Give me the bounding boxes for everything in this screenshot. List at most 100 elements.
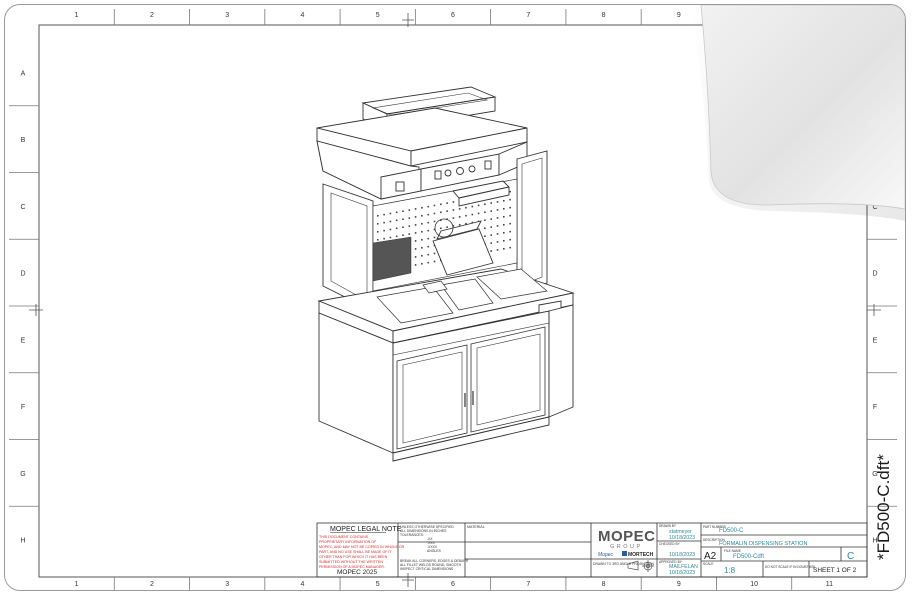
pegboard-hole: [465, 206, 467, 209]
row-zone-label-left: F: [21, 404, 25, 411]
pegboard-hole: [452, 217, 455, 219]
pegboard-hole: [414, 264, 417, 266]
pegboard-hole: [421, 254, 423, 257]
pegboard-hole: [395, 227, 398, 230]
logo-sub: GROUP: [610, 544, 643, 550]
pegboard-hole: [452, 209, 455, 211]
tolerance-line: TOLERANCES:: [400, 533, 424, 537]
legal-line: THIS DOCUMENT CONTAINS: [319, 535, 369, 539]
drawing-sheet: 11223344556677889910111011 AABBCCDDEEFFG…: [4, 4, 906, 591]
pegboard-hole: [402, 218, 404, 220]
pegboard-hole: [377, 215, 379, 217]
pegboard-hole: [503, 224, 505, 226]
pegboard-hole: [414, 208, 417, 210]
pegboard-hole: [503, 248, 505, 250]
pegboard-hole: [433, 204, 436, 207]
pegboard-hole: [496, 233, 499, 235]
pegboard-hole: [484, 235, 486, 238]
column-zone-label: 10: [750, 581, 758, 588]
pegboard-hole: [446, 202, 448, 204]
pegboard-hole: [484, 211, 486, 214]
row-zone-label-left: A: [21, 70, 26, 77]
pegboard-hole: [395, 219, 398, 222]
pegboard-hole: [433, 252, 436, 255]
legal-note-title: MOPEC LEGAL NOTE: [330, 526, 402, 533]
column-zone-label: 2: [150, 12, 154, 19]
pegboard-hole: [503, 208, 505, 210]
drawn-by-label: DRAWN BY: [659, 524, 677, 528]
pegboard-hole: [452, 201, 455, 203]
row-zone-label-left: E: [21, 337, 26, 344]
sheet-size: A2: [704, 551, 717, 562]
pegboard-hole: [421, 222, 423, 225]
pegboard-hole: [496, 249, 499, 251]
pegboard-hole: [503, 240, 505, 242]
pegboard-hole: [484, 219, 486, 222]
pegboard-hole: [408, 209, 411, 211]
column-zone-label: 9: [677, 581, 681, 588]
pegboard-hole: [414, 240, 417, 242]
logo-partner-left: Mopec: [598, 552, 614, 558]
pegboard-hole: [414, 248, 417, 250]
legal-line: PROPRIETARY INFORMATION OF: [319, 540, 377, 544]
column-zone-label: 7: [526, 581, 530, 588]
pegboard-hole: [503, 216, 505, 218]
pegboard-hole: [440, 227, 442, 230]
pegboard-hole: [484, 203, 486, 206]
pegboard-hole: [496, 241, 499, 243]
pegboard-hole: [402, 226, 404, 228]
formalin-station-drawing: [316, 86, 575, 462]
pegboard-hole: [477, 212, 480, 215]
column-zone-label: 6: [451, 581, 455, 588]
column-zone-label: 3: [225, 12, 229, 19]
column-zone-label: 5: [376, 581, 380, 588]
legal-line: PART, AND NO USE SHALL BE MADE OF IT: [319, 550, 392, 554]
pegboard-hole: [383, 213, 385, 216]
column-zone-label: 11: [826, 581, 833, 588]
row-zone-label-left: D: [20, 271, 25, 278]
pegboard-hole: [421, 238, 423, 241]
scale-label: SCALE: [703, 562, 713, 566]
pegboard-hole: [477, 204, 480, 207]
pegboard-hole: [414, 224, 417, 226]
pegboard-hole: [377, 239, 379, 241]
projection-label: DRAWN TO 3RD ANGLE PROJECTION: [593, 562, 655, 566]
row-zone-label-left: C: [20, 204, 25, 211]
pegboard-hole: [421, 206, 423, 209]
file-name-label: FILE NAME: [724, 549, 741, 553]
pegboard-hole: [421, 262, 423, 265]
tolerance-block: UNLESS OTHERWISE SPECIFIED ALL DIMENSION…: [400, 525, 469, 571]
column-zone-label: 6: [451, 12, 455, 19]
pegboard-hole: [433, 260, 436, 263]
pegboard-hole: [408, 233, 411, 235]
column-zone-label: 1: [75, 581, 79, 588]
column-zone-label: 3: [225, 581, 229, 588]
pegboard-hole: [458, 208, 461, 210]
legal-note-footer: MOPEC 2025: [337, 569, 377, 576]
pegboard-hole: [446, 226, 448, 228]
pegboard-hole: [509, 214, 511, 217]
pegboard-hole: [427, 229, 429, 232]
column-zone-label: 7: [526, 12, 530, 19]
column-zone-label: 5: [376, 12, 380, 19]
pegboard-hole: [414, 256, 417, 258]
pegboard-hole: [395, 235, 398, 238]
legal-line: SUBMITTED WITHOUT THE WRITTEN: [319, 560, 383, 564]
no-scale-note: DO NOT SCALE IF IN DOUBT ASK: [765, 565, 816, 569]
pegboard-hole: [427, 261, 429, 264]
pegboard-hole: [440, 211, 442, 214]
file-name: FD500-Cdft: [733, 554, 764, 560]
row-zone-label-left: H: [20, 538, 25, 545]
row-zone-label-left: B: [21, 137, 26, 144]
pegboard-hole: [496, 201, 499, 203]
row-zone-label-right: F: [873, 404, 877, 411]
pegboard-hole: [414, 232, 417, 234]
pegboard-hole: [389, 236, 392, 239]
pegboard-hole: [433, 220, 436, 223]
drawing-viewer: 11223344556677889910111011 AABBCCDDEEFFG…: [0, 0, 912, 593]
checked-by-label: CHECKED BY: [659, 542, 681, 546]
pegboard-hole: [465, 214, 467, 217]
pegboard-hole: [377, 231, 379, 233]
pegboard-hole: [484, 227, 486, 230]
checked-date: 10/18/2023: [669, 552, 695, 558]
